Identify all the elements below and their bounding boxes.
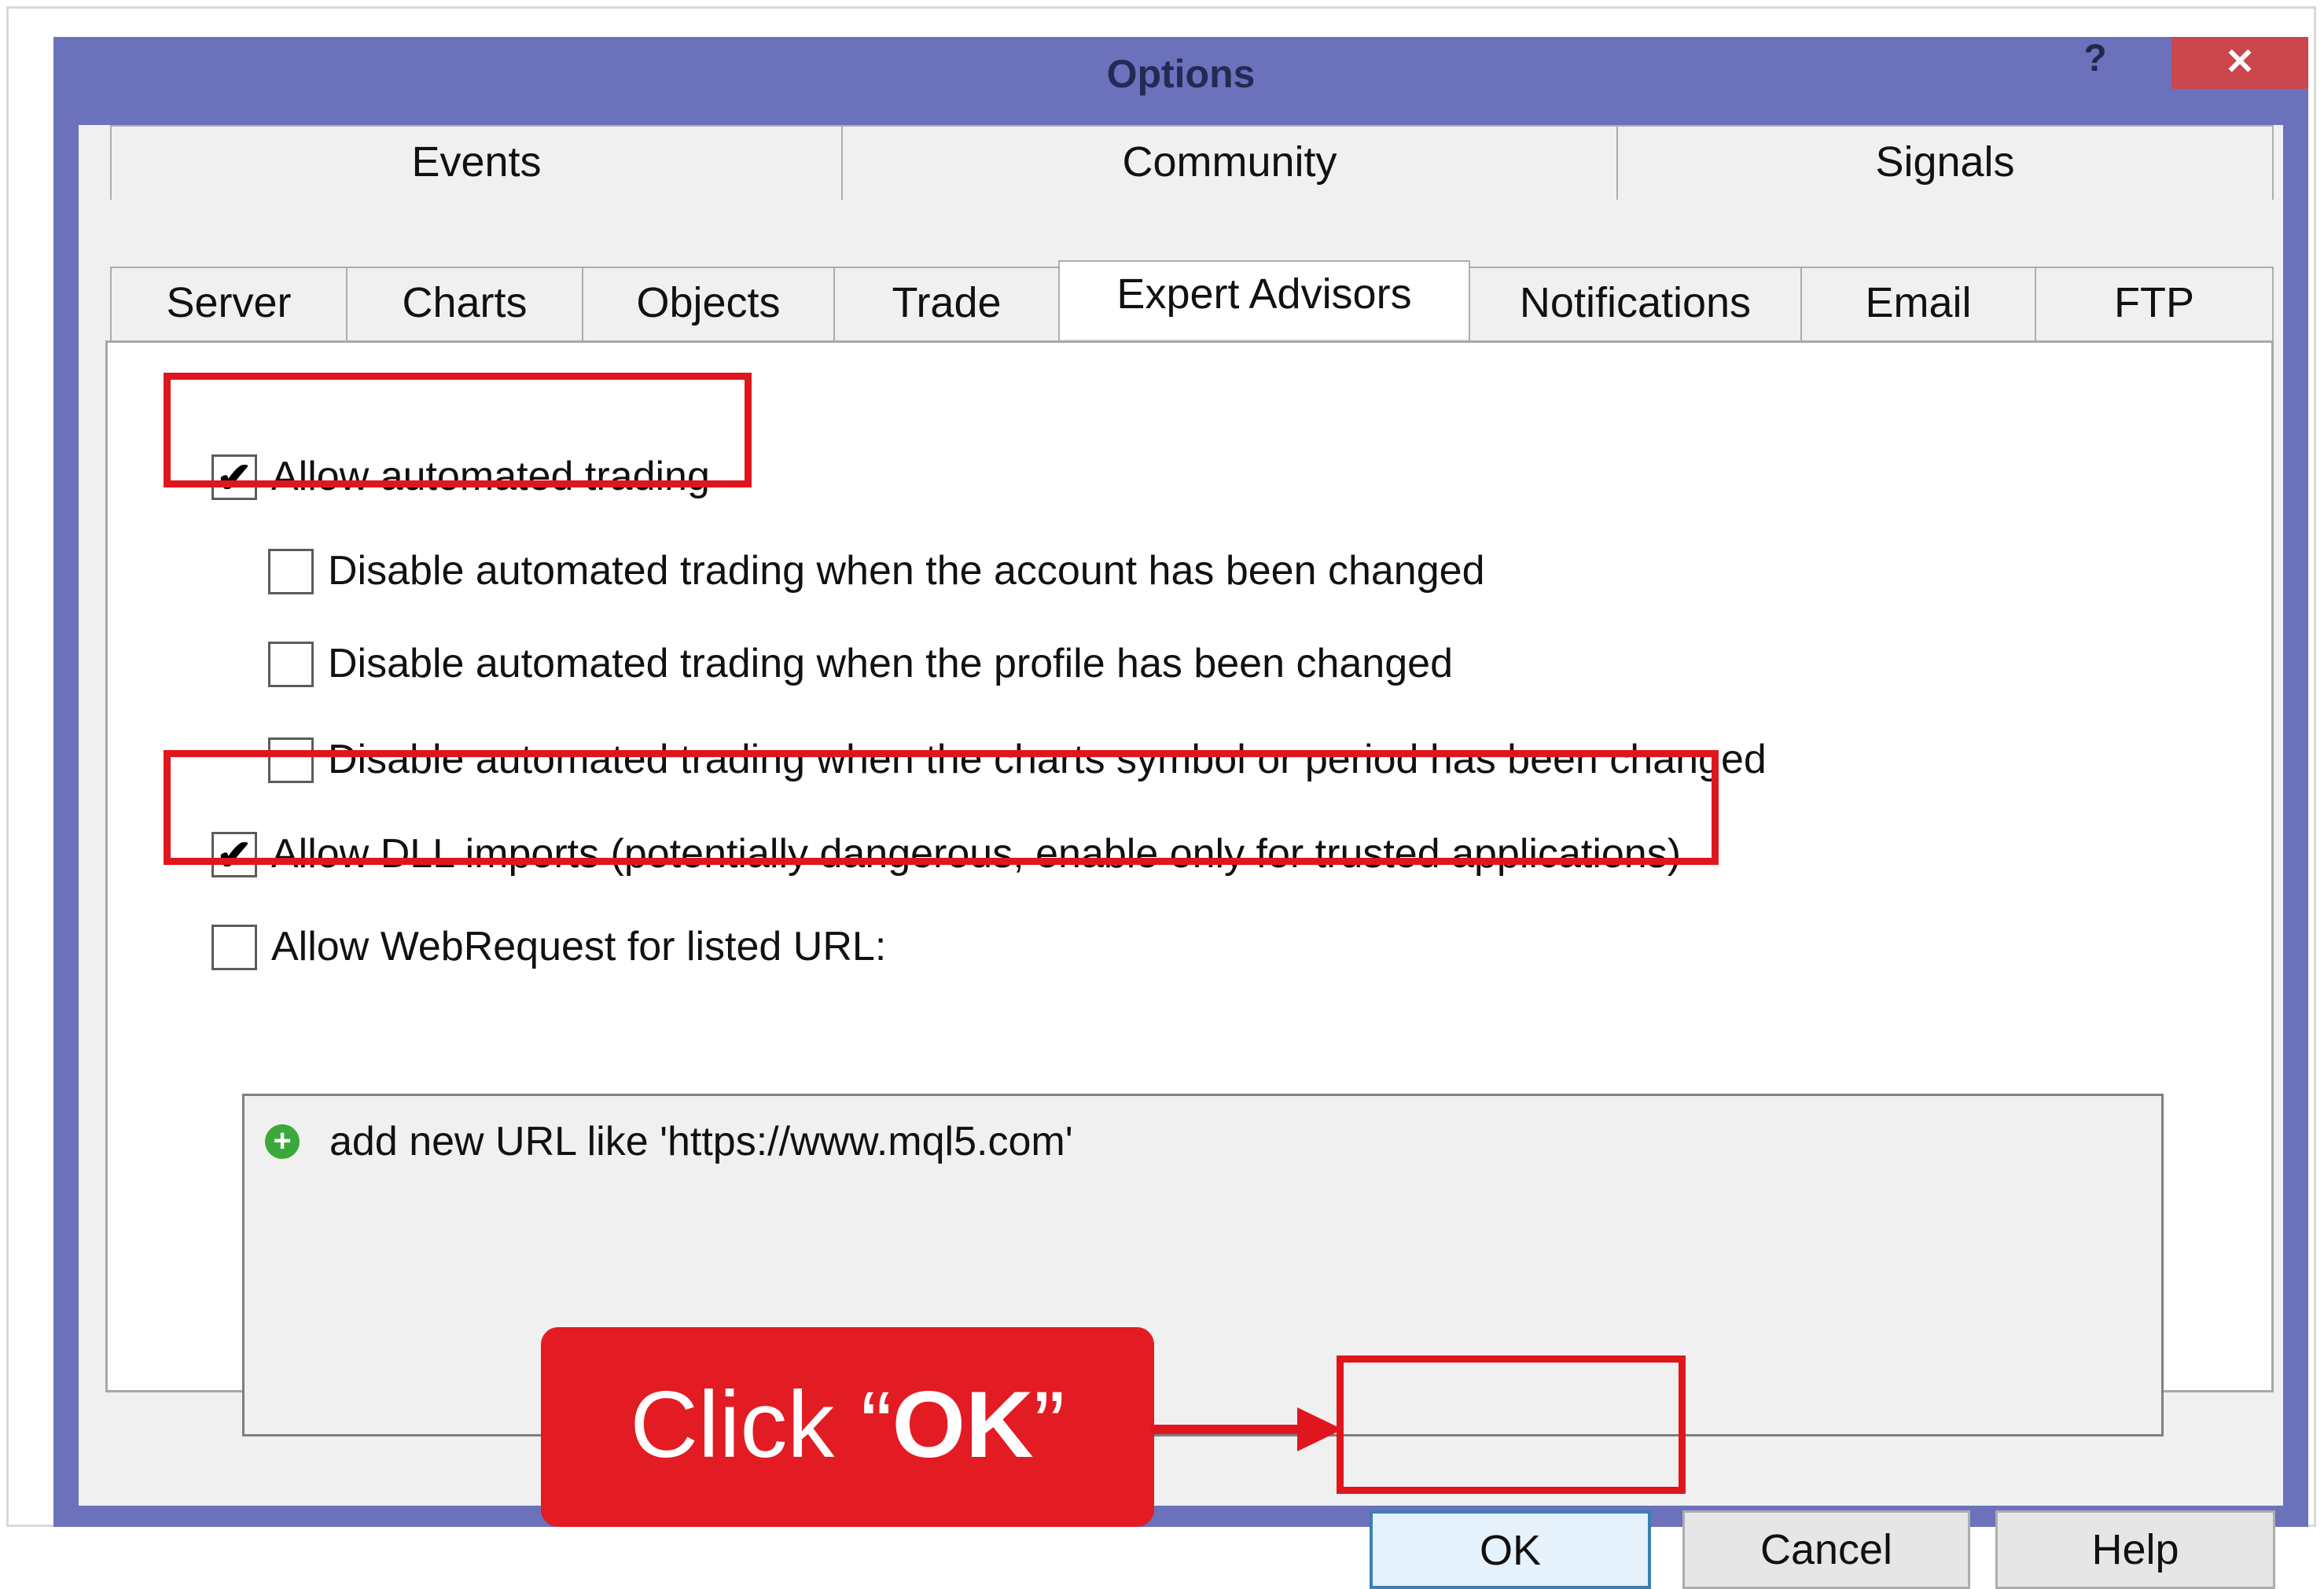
highlight-allow-dll-imports [164, 750, 1719, 865]
add-url-placeholder[interactable]: add new URL like 'https://www.mql5.com' [329, 1118, 1073, 1165]
tab-notifications[interactable]: Notifications [1469, 267, 1802, 340]
disable-on-profile-change-checkbox[interactable] [268, 642, 314, 687]
webrequest-url-list[interactable]: + add new URL like 'https://www.mql5.com… [242, 1094, 2164, 1436]
disable-on-profile-change-label: Disable automated trading when the profi… [328, 641, 1453, 686]
tab-email[interactable]: Email [1800, 267, 2036, 340]
allow-webrequest-checkbox[interactable] [211, 925, 257, 970]
tab-signals[interactable]: Signals [1616, 125, 2274, 200]
tab-server[interactable]: Server [110, 267, 347, 340]
click-ok-callout: Click “OK” [541, 1327, 1154, 1527]
disable-on-account-change-checkbox[interactable] [268, 549, 314, 594]
window-title: Options [1106, 52, 1256, 96]
close-icon[interactable]: ✕ [2171, 37, 2308, 89]
ok-button[interactable]: OK [1370, 1510, 1651, 1589]
tab-expert-advisors[interactable]: Expert Advisors [1058, 260, 1470, 339]
highlight-allow-automated-trading [164, 373, 752, 487]
arrow-right-icon [1297, 1407, 1343, 1451]
tab-community[interactable]: Community [841, 125, 1618, 200]
tab-events[interactable]: Events [110, 125, 843, 200]
plus-circle-icon[interactable]: + [265, 1124, 300, 1159]
tab-charts[interactable]: Charts [346, 267, 583, 340]
callout-suffix: ” [1033, 1372, 1065, 1477]
callout-arrow-line [1151, 1425, 1302, 1434]
title-bar: Options ? ✕ [53, 37, 2308, 125]
callout-prefix: Click “ [630, 1372, 892, 1477]
highlight-ok-button [1337, 1355, 1686, 1494]
tab-ftp[interactable]: FTP [2035, 267, 2274, 340]
tab-objects[interactable]: Objects [582, 267, 835, 340]
help-button[interactable]: Help [1995, 1510, 2275, 1589]
allow-webrequest-label: Allow WebRequest for listed URL: [271, 924, 887, 969]
callout-ok-text: OK [892, 1372, 1034, 1477]
disable-on-account-change-label: Disable automated trading when the accou… [328, 548, 1485, 594]
cancel-button[interactable]: Cancel [1682, 1510, 1970, 1589]
help-question-icon[interactable]: ? [2069, 37, 2121, 86]
tab-trade[interactable]: Trade [833, 267, 1060, 340]
